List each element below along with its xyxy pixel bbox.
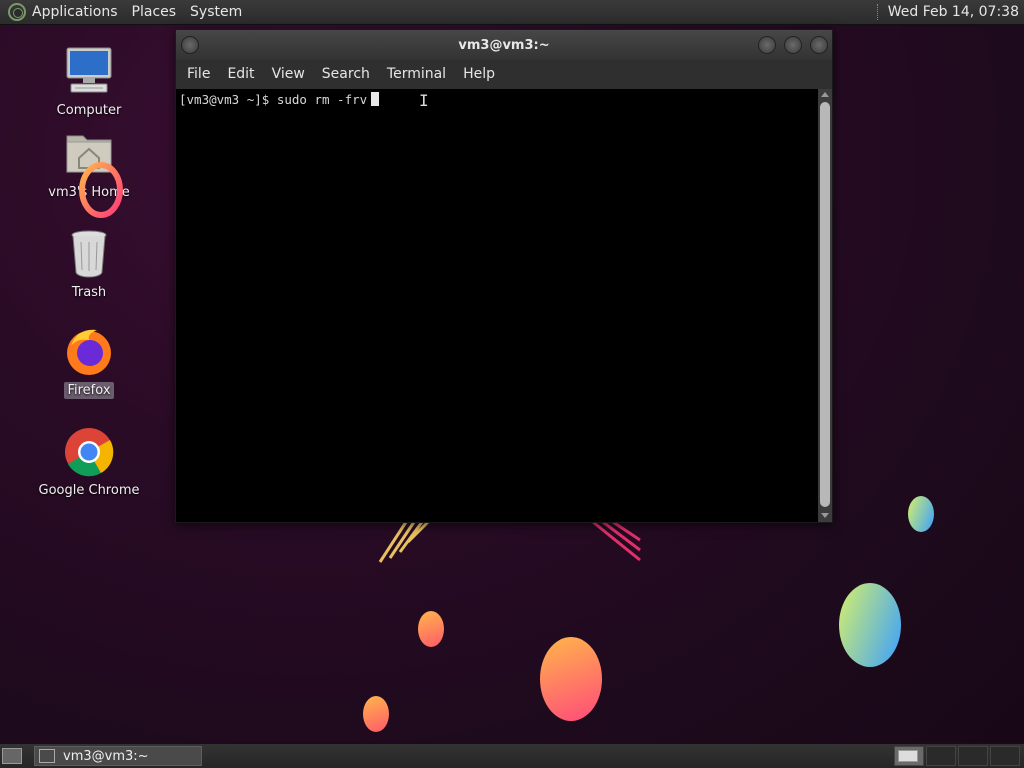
- menu-edit[interactable]: Edit: [220, 66, 261, 82]
- desktop-icon-label: Google Chrome: [38, 483, 140, 498]
- workspace-2[interactable]: [926, 746, 956, 766]
- workspace-1[interactable]: [894, 746, 924, 766]
- minimize-icon[interactable]: [758, 36, 776, 54]
- desktop-icon-label: Trash: [71, 285, 107, 300]
- wallpaper-bubble: [908, 496, 934, 532]
- trash-icon: [63, 228, 115, 280]
- typed-command: sudo rm -frv: [276, 92, 368, 107]
- panel-separator: [876, 4, 880, 20]
- shell-prompt: [vm3@vm3 ~]$: [179, 92, 277, 107]
- desktop-icon-trash[interactable]: Trash: [34, 228, 144, 301]
- terminal-output[interactable]: [vm3@vm3 ~]$ sudo rm -frv I: [176, 89, 820, 522]
- taskbar-button-terminal[interactable]: vm3@vm3:~: [34, 746, 202, 766]
- close-icon[interactable]: [810, 36, 828, 54]
- wallpaper-ring: [79, 162, 123, 218]
- menu-terminal[interactable]: Terminal: [380, 66, 453, 82]
- window-menu-icon[interactable]: [181, 36, 199, 54]
- applications-menu[interactable]: Applications: [32, 4, 118, 20]
- menu-search[interactable]: Search: [315, 66, 377, 82]
- system-menu[interactable]: System: [190, 4, 242, 20]
- maximize-icon[interactable]: [784, 36, 802, 54]
- firefox-icon: [63, 326, 115, 378]
- ibeam-cursor-icon: I: [419, 91, 429, 110]
- places-menu[interactable]: Places: [132, 4, 177, 20]
- menu-file[interactable]: File: [180, 66, 217, 82]
- terminal-menubar: File Edit View Search Terminal Help: [176, 60, 832, 88]
- wallpaper-bubble: [363, 696, 389, 732]
- wallpaper-bubble: [540, 637, 602, 721]
- scroll-up-icon[interactable]: [821, 92, 829, 97]
- clock[interactable]: Wed Feb 14, 07:38: [888, 4, 1019, 20]
- top-panel: Applications Places System Wed Feb 14, 0…: [0, 0, 1024, 25]
- taskbar-button-label: vm3@vm3:~: [63, 748, 149, 764]
- wallpaper-stripes: [378, 520, 641, 563]
- menu-view[interactable]: View: [265, 66, 312, 82]
- desktop-icon-firefox[interactable]: Firefox: [34, 326, 144, 399]
- desktop-icon-computer[interactable]: Computer: [34, 46, 144, 119]
- desktop-icon-chrome[interactable]: Google Chrome: [34, 426, 144, 499]
- scroll-down-icon[interactable]: [821, 513, 829, 518]
- clock-area: Wed Feb 14, 07:38: [876, 4, 1024, 20]
- workspace-3[interactable]: [958, 746, 988, 766]
- scroll-thumb[interactable]: [820, 102, 830, 507]
- text-cursor: [371, 92, 380, 106]
- mate-logo-icon[interactable]: [8, 3, 26, 21]
- wallpaper-bubble: [839, 583, 901, 667]
- desktop-icon-label: Computer: [56, 103, 122, 118]
- workspace-window-thumb: [898, 750, 918, 762]
- show-desktop-icon[interactable]: [2, 748, 22, 764]
- computer-icon: [63, 46, 115, 98]
- chrome-icon: [63, 426, 115, 478]
- terminal-window[interactable]: vm3@vm3:~ File Edit View Search Terminal…: [175, 29, 833, 523]
- terminal-scrollbar[interactable]: [818, 89, 832, 522]
- bottom-panel: vm3@vm3:~: [0, 743, 1024, 768]
- menu-help[interactable]: Help: [456, 66, 502, 82]
- wallpaper-bubble: [418, 611, 444, 647]
- desktop-icon-label: Firefox: [64, 382, 114, 399]
- terminal-icon: [39, 749, 55, 763]
- window-title: vm3@vm3:~: [458, 37, 550, 53]
- workspace-4[interactable]: [990, 746, 1020, 766]
- terminal-line: [vm3@vm3 ~]$ sudo rm -frv: [179, 92, 380, 107]
- window-titlebar[interactable]: vm3@vm3:~: [176, 30, 832, 60]
